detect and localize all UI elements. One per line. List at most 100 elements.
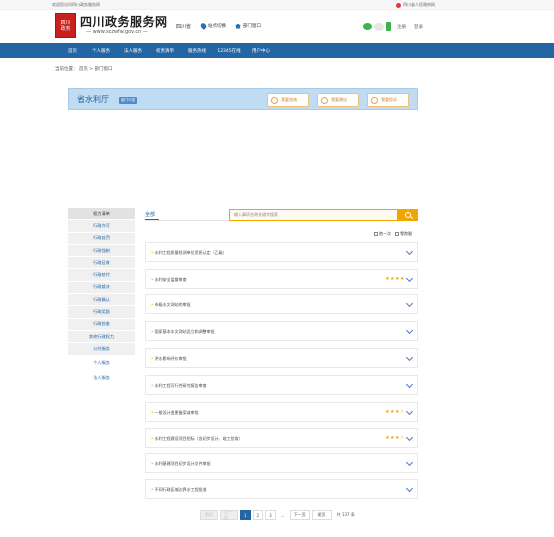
- list-item[interactable]: 洪水影响评价审批: [145, 348, 418, 368]
- page-3-button[interactable]: 3: [265, 510, 276, 520]
- filter-zero[interactable]: 零跑腿: [395, 231, 412, 237]
- sidebar-item-inspect[interactable]: 行政检查: [68, 318, 135, 331]
- list-item[interactable]: 水利工程可行性研究报告审查: [145, 375, 418, 395]
- weibo-icon[interactable]: [374, 23, 384, 31]
- dept-name: 省水利厅: [77, 95, 109, 104]
- total-count: 共 137 条: [336, 512, 355, 517]
- item-title[interactable]: 水利工程建设项目招标（含初步设计、竣工验收）: [151, 436, 243, 442]
- location-pin-icon: [199, 22, 208, 30]
- chevron-down-icon[interactable]: [405, 380, 414, 389]
- category-sidebar: 权力清单 行政许可 行政处罚 行政强制 行政征收 行政给付 行政裁决 行政确认 …: [68, 208, 135, 386]
- sidebar-item-levy[interactable]: 行政征收: [68, 257, 135, 270]
- nav-item-home[interactable]: 首页: [60, 48, 85, 54]
- item-title[interactable]: 水利安全监督审查: [151, 277, 187, 283]
- register-link[interactable]: 注册: [397, 24, 406, 30]
- complain-label: 我要投诉: [381, 97, 397, 102]
- complain-button[interactable]: 我要投诉: [367, 93, 409, 107]
- chevron-down-icon[interactable]: [405, 407, 414, 416]
- province-label: 四川省: [176, 24, 192, 30]
- suggest-button[interactable]: 我要建议: [317, 93, 359, 107]
- item-title[interactable]: 市级水文测站的审批: [151, 302, 191, 308]
- filter-checks: 跑一次 零跑腿: [374, 231, 412, 237]
- site-logo-seal[interactable]: 四川 政务: [55, 13, 76, 38]
- item-title[interactable]: 一般设计变更备案或审批: [151, 410, 199, 416]
- sidebar-item-confirm[interactable]: 行政确认: [68, 294, 135, 307]
- chevron-down-icon[interactable]: [405, 247, 414, 256]
- sidebar-item-personal[interactable]: 个人服务: [68, 355, 135, 371]
- sidebar-item-rights[interactable]: 权力清单: [68, 208, 135, 221]
- item-title[interactable]: 水利工程质量检测单位资质认定（乙级）: [151, 250, 227, 256]
- list-item[interactable]: 国家基本水文测站设立和调整审批: [145, 321, 418, 341]
- login-link[interactable]: 登录: [414, 24, 423, 30]
- filter-zero-label: 零跑腿: [400, 231, 412, 236]
- gov-link[interactable]: 四川省人民政府网: [396, 2, 435, 8]
- home-icon: [235, 23, 241, 29]
- tab-all[interactable]: 全部: [145, 211, 155, 218]
- item-title[interactable]: 洪水影响评价审批: [151, 356, 187, 362]
- list-item[interactable]: 水利工程质量检测单位资质认定（乙级）: [145, 242, 418, 262]
- sidebar-item-payment[interactable]: 行政给付: [68, 269, 135, 282]
- sidebar-item-other[interactable]: 其他行政权力: [68, 330, 135, 344]
- list-item[interactable]: 水利工程建设项目招标（含初步设计、竣工验收） ★★★☆: [145, 428, 418, 448]
- chevron-down-icon[interactable]: [405, 299, 414, 308]
- item-title[interactable]: 国家基本水文测站设立和调整审批: [151, 329, 215, 335]
- nav-item-12345[interactable]: 12345在线: [213, 48, 245, 54]
- chevron-down-icon[interactable]: [405, 433, 414, 442]
- dept-intro-tag[interactable]: 部门介绍: [119, 97, 137, 104]
- nav-item-rights-list[interactable]: 权责清单: [149, 48, 181, 54]
- search-input[interactable]: 输入事项名称关键字搜索: [229, 209, 398, 221]
- rating-stars: ★★★☆: [385, 435, 405, 441]
- nav-item-personal[interactable]: 个人服务: [85, 48, 117, 54]
- nav-item-user-center[interactable]: 用户中心: [245, 48, 277, 54]
- list-item[interactable]: 不同行政区域边界水工程批准: [145, 479, 418, 499]
- message-icon: [371, 96, 378, 104]
- site-url: — www.sczwfw.gov.cn —: [86, 29, 148, 35]
- chevron-down-icon[interactable]: [405, 484, 414, 493]
- edit-icon: [321, 96, 328, 104]
- rating-stars: ★★★★: [385, 276, 405, 282]
- page-2-button[interactable]: 2: [252, 510, 264, 520]
- list-item[interactable]: 市级水文测站的审批: [145, 294, 418, 314]
- sidebar-item-reward[interactable]: 行政奖励: [68, 306, 135, 319]
- sidebar-item-public-service[interactable]: 公共服务: [68, 343, 135, 356]
- page-1-button[interactable]: 1: [240, 510, 251, 520]
- item-title[interactable]: 不同行政区域边界水工程批准: [151, 487, 207, 493]
- search-button[interactable]: [398, 209, 418, 221]
- site-header: 四川 政务 四川政务服务网 — www.sczwfw.gov.cn — 四川省 站…: [0, 10, 554, 43]
- chevron-down-icon[interactable]: [405, 326, 414, 335]
- item-title[interactable]: 水利基建项目初步设计文件审批: [151, 461, 211, 467]
- chevron-down-icon[interactable]: [405, 458, 414, 467]
- sidebar-item-ruling[interactable]: 行政裁决: [68, 281, 135, 295]
- chevron-down-icon[interactable]: [405, 353, 414, 362]
- sidebar-item-penalty[interactable]: 行政处罚: [68, 232, 135, 245]
- prev-page-button[interactable]: 上一页: [220, 509, 238, 520]
- last-page-button[interactable]: 尾页: [311, 510, 332, 520]
- site-title[interactable]: 四川政务服务网: [80, 13, 168, 30]
- dept-window-link[interactable]: 部门窗口: [235, 23, 261, 29]
- sidebar-item-license[interactable]: 行政许可: [68, 220, 135, 233]
- site-switch-link[interactable]: 站点切换: [199, 22, 226, 30]
- top-bar: 欢迎您访问四川政务服务网 四川省人民政府网: [0, 0, 554, 10]
- breadcrumb: 当前位置： 首页 > 部门窗口: [55, 67, 113, 72]
- dept-window-label: 部门窗口: [243, 24, 261, 29]
- nav-item-legal[interactable]: 法人服务: [117, 48, 149, 54]
- emblem-icon: [396, 2, 401, 8]
- mobile-icon[interactable]: [386, 22, 391, 31]
- chevron-down-icon[interactable]: [405, 274, 414, 283]
- wechat-icon[interactable]: [363, 23, 372, 30]
- checkbox-icon: [374, 232, 378, 236]
- tab-active-indicator: [145, 219, 159, 220]
- list-item[interactable]: 一般设计变更备案或审批 ★★★☆: [145, 402, 418, 422]
- next-page-button[interactable]: 下一页: [289, 510, 310, 520]
- list-item[interactable]: 水利安全监督审查 ★★★★: [145, 269, 418, 289]
- filter-once[interactable]: 跑一次: [374, 231, 391, 237]
- sidebar-item-enforce[interactable]: 行政强制: [68, 244, 135, 258]
- gov-link-label: 四川省人民政府网: [403, 2, 435, 7]
- consult-label: 我要咨询: [281, 97, 297, 102]
- nav-item-hotline[interactable]: 服务热线: [181, 48, 213, 54]
- sidebar-item-legal[interactable]: 法人服务: [68, 370, 135, 386]
- first-page-button[interactable]: 首页: [200, 510, 218, 520]
- list-item[interactable]: 水利基建项目初步设计文件审批: [145, 453, 418, 473]
- consult-button[interactable]: 我要咨询: [267, 93, 309, 107]
- item-title[interactable]: 水利工程可行性研究报告审查: [151, 383, 207, 389]
